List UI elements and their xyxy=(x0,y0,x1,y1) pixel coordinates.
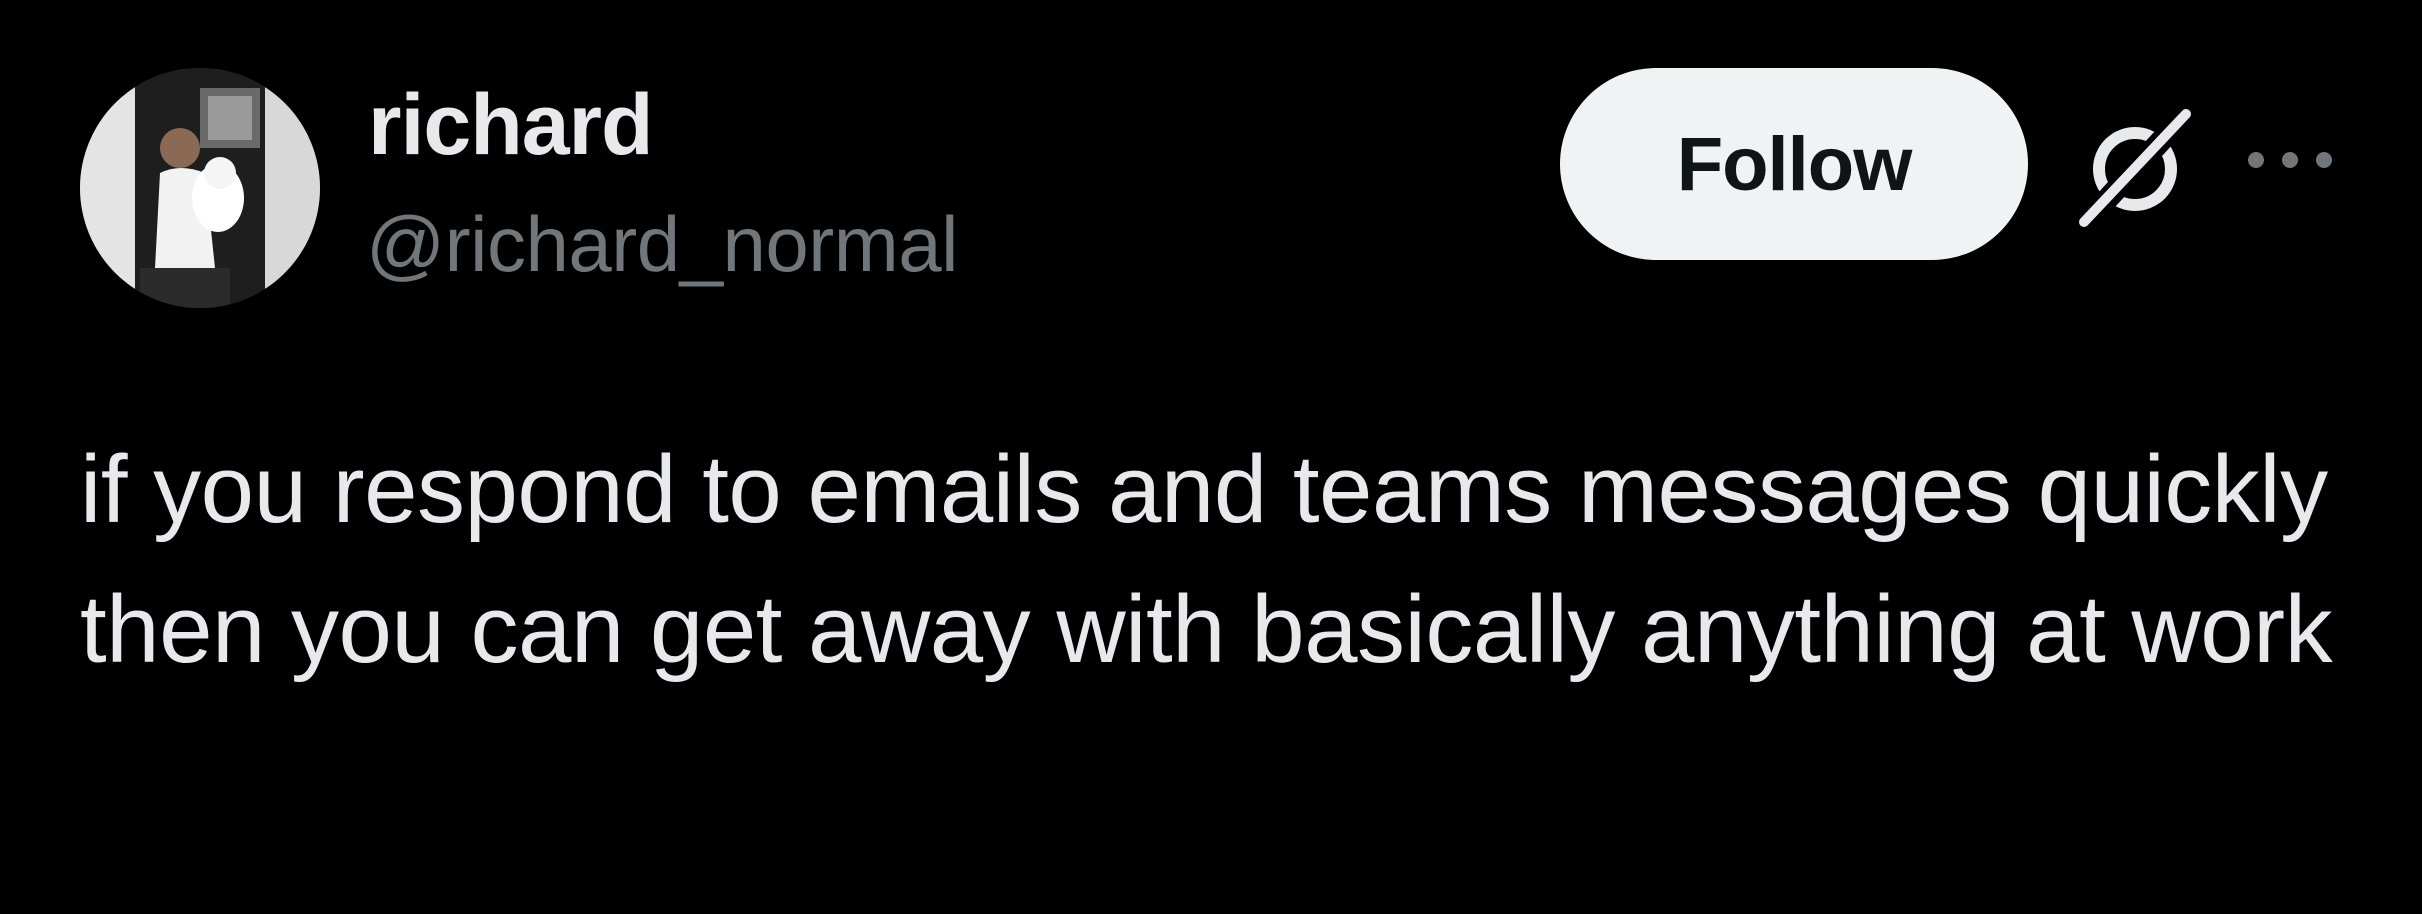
tweet-card: richard @richard_normal Follow if you re… xyxy=(0,0,2422,914)
user-handle[interactable]: @richard_normal xyxy=(366,205,958,283)
avatar-image xyxy=(80,68,320,308)
grok-icon[interactable] xyxy=(2070,104,2200,234)
tweet-text: if you respond to emails and teams messa… xyxy=(80,436,2333,683)
avatar[interactable] xyxy=(80,68,320,308)
more-icon[interactable] xyxy=(2240,140,2340,180)
display-name[interactable]: richard xyxy=(368,82,654,168)
follow-button[interactable]: Follow xyxy=(1560,68,2028,260)
